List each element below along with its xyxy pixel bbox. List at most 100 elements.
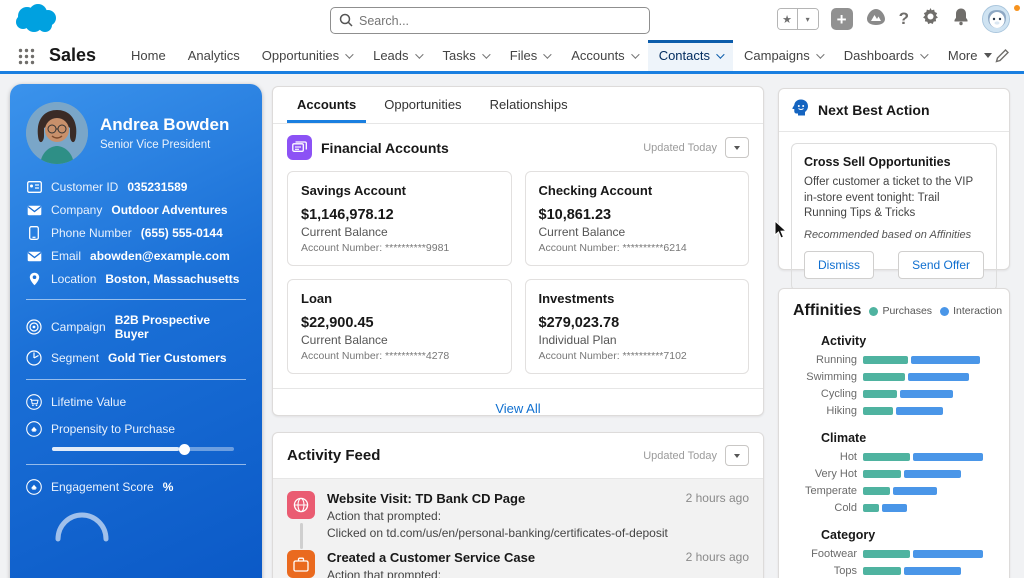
nav-tab-dashboards[interactable]: Dashboards [833,40,937,71]
nav-tab-opportunities[interactable]: Opportunities [251,40,362,71]
engagement-gauge [52,505,246,550]
global-search-input[interactable] [330,7,650,34]
purchases-dot-icon [869,307,878,316]
nav-tab-campaigns[interactable]: Campaigns [733,40,833,71]
globe-icon [287,491,315,519]
dismiss-button[interactable]: Dismiss [804,251,874,279]
app-launcher-icon[interactable] [18,48,35,71]
customer-name: Andrea Bowden [100,115,229,135]
activity-item-service-case[interactable]: Created a Customer Service Case Action t… [287,550,749,578]
customer-job-title: Senior Vice President [100,139,229,151]
notifications-bell-icon[interactable] [952,7,970,31]
account-card-investments[interactable]: Investments $279,023.78 Individual Plan … [525,279,750,374]
tab-opportunities[interactable]: Opportunities [374,87,471,123]
tab-relationships[interactable]: Relationships [480,87,578,123]
group-title-category: Category [821,528,995,542]
financial-accounts-title: Financial Accounts [321,140,643,156]
legend-purchases: Purchases [869,305,932,317]
chevron-down-icon [816,50,824,58]
purchases-bar [863,453,910,461]
envelope-icon [26,205,42,216]
section-menu-button[interactable] [725,137,749,158]
phone-icon [26,226,42,240]
interaction-bar [893,487,937,495]
affinity-row: Running [793,354,995,366]
purchases-bar [863,487,890,495]
next-best-action-title: Next Best Action [818,102,930,118]
accounts-panel: Accounts Opportunities Relationships Fin… [272,86,764,416]
affinities-title: Affinities [793,302,861,320]
timeline-connector [300,523,303,549]
propensity-slider[interactable] [52,447,234,451]
favorites-star-icon[interactable]: ★ [778,9,798,29]
nav-tab-analytics[interactable]: Analytics [177,40,251,71]
activity-item-website-visit[interactable]: Website Visit: TD Bank CD Page Action th… [287,491,749,540]
tab-accounts[interactable]: Accounts [287,87,366,123]
edit-nav-pencil-icon[interactable] [995,48,1010,68]
purchases-bar [863,390,897,398]
affinities-panel: Affinities Purchases Interaction Activit… [778,288,1010,578]
interaction-bar [900,390,953,398]
mouse-cursor [774,220,788,245]
group-title-activity: Activity [821,334,995,348]
field-campaign: Campaign B2B Prospective Buyer [26,313,246,341]
purchases-bar [863,373,905,381]
nav-tab-files[interactable]: Files [499,40,560,71]
interaction-bar [908,373,969,381]
divider [26,379,246,380]
activity-feed-title: Activity Feed [287,447,643,464]
chevron-down-icon [345,50,353,58]
affinity-row: Cycling [793,388,995,400]
nav-tab-tasks[interactable]: Tasks [432,40,499,71]
account-card-checking[interactable]: Checking Account $10,861.23 Current Bala… [525,171,750,266]
help-icon[interactable]: ? [899,9,909,29]
nav-tab-leads[interactable]: Leads [362,40,431,71]
section-menu-button[interactable] [725,445,749,466]
view-all-link[interactable]: View All [495,401,540,416]
field-engagement-score: Engagement Score % [26,478,246,496]
cart-icon [26,393,42,411]
salesforce-logo-icon[interactable] [12,2,62,43]
send-offer-button[interactable]: Send Offer [898,251,984,279]
nav-tab-contacts[interactable]: Contacts [648,40,733,71]
target-icon [26,319,42,335]
chevron-down-icon [543,50,551,58]
profile-photo [26,102,88,164]
setup-gear-icon[interactable] [921,7,940,31]
nav-tab-home[interactable]: Home [120,40,177,71]
activity-feed-panel: Activity Feed Updated Today Website Visi… [272,432,764,578]
field-customer-id: Customer ID 035231589 [26,180,246,194]
caret-down-icon [984,53,992,58]
affinity-row: Temperate [793,485,995,497]
recommendation-card: Cross Sell Opportunities Offer customer … [791,143,997,291]
account-card-loan[interactable]: Loan $22,900.45 Current Balance Account … [287,279,512,374]
chevron-down-icon [415,50,423,58]
updated-label: Updated Today [643,142,717,154]
affinity-row: Hot [793,451,995,463]
global-header: ★ ▾ + ? [0,0,1024,40]
trailhead-icon[interactable] [865,7,887,32]
affinity-row: Hiking [793,405,995,417]
interaction-bar [904,470,961,478]
favorites-caret-icon[interactable]: ▾ [798,9,818,29]
account-card-savings[interactable]: Savings Account $1,146,978.12 Current Ba… [287,171,512,266]
affinity-row: Cold [793,502,995,514]
nav-tab-more[interactable]: More [937,40,1003,71]
nav-tab-accounts[interactable]: Accounts [560,40,647,71]
interaction-bar [913,453,983,461]
activity-timestamp: 2 hours ago [686,550,749,578]
chevron-down-icon [631,50,639,58]
affinity-row: Very Hot [793,468,995,480]
purchases-bar [863,407,893,415]
slider-knob[interactable] [179,444,190,455]
user-avatar[interactable] [982,5,1010,33]
global-add-icon[interactable]: + [831,8,853,30]
interaction-dot-icon [940,307,949,316]
chevron-down-icon [716,50,724,58]
app-name[interactable]: Sales [43,40,120,71]
financial-accounts-icon [287,135,312,160]
chevron-down-icon [920,50,928,58]
customer-profile-panel: Andrea Bowden Senior Vice President Cust… [10,84,262,578]
next-best-action-panel: Next Best Action Cross Sell Opportunitie… [778,88,1010,270]
field-segment: Segment Gold Tier Customers [26,350,246,366]
